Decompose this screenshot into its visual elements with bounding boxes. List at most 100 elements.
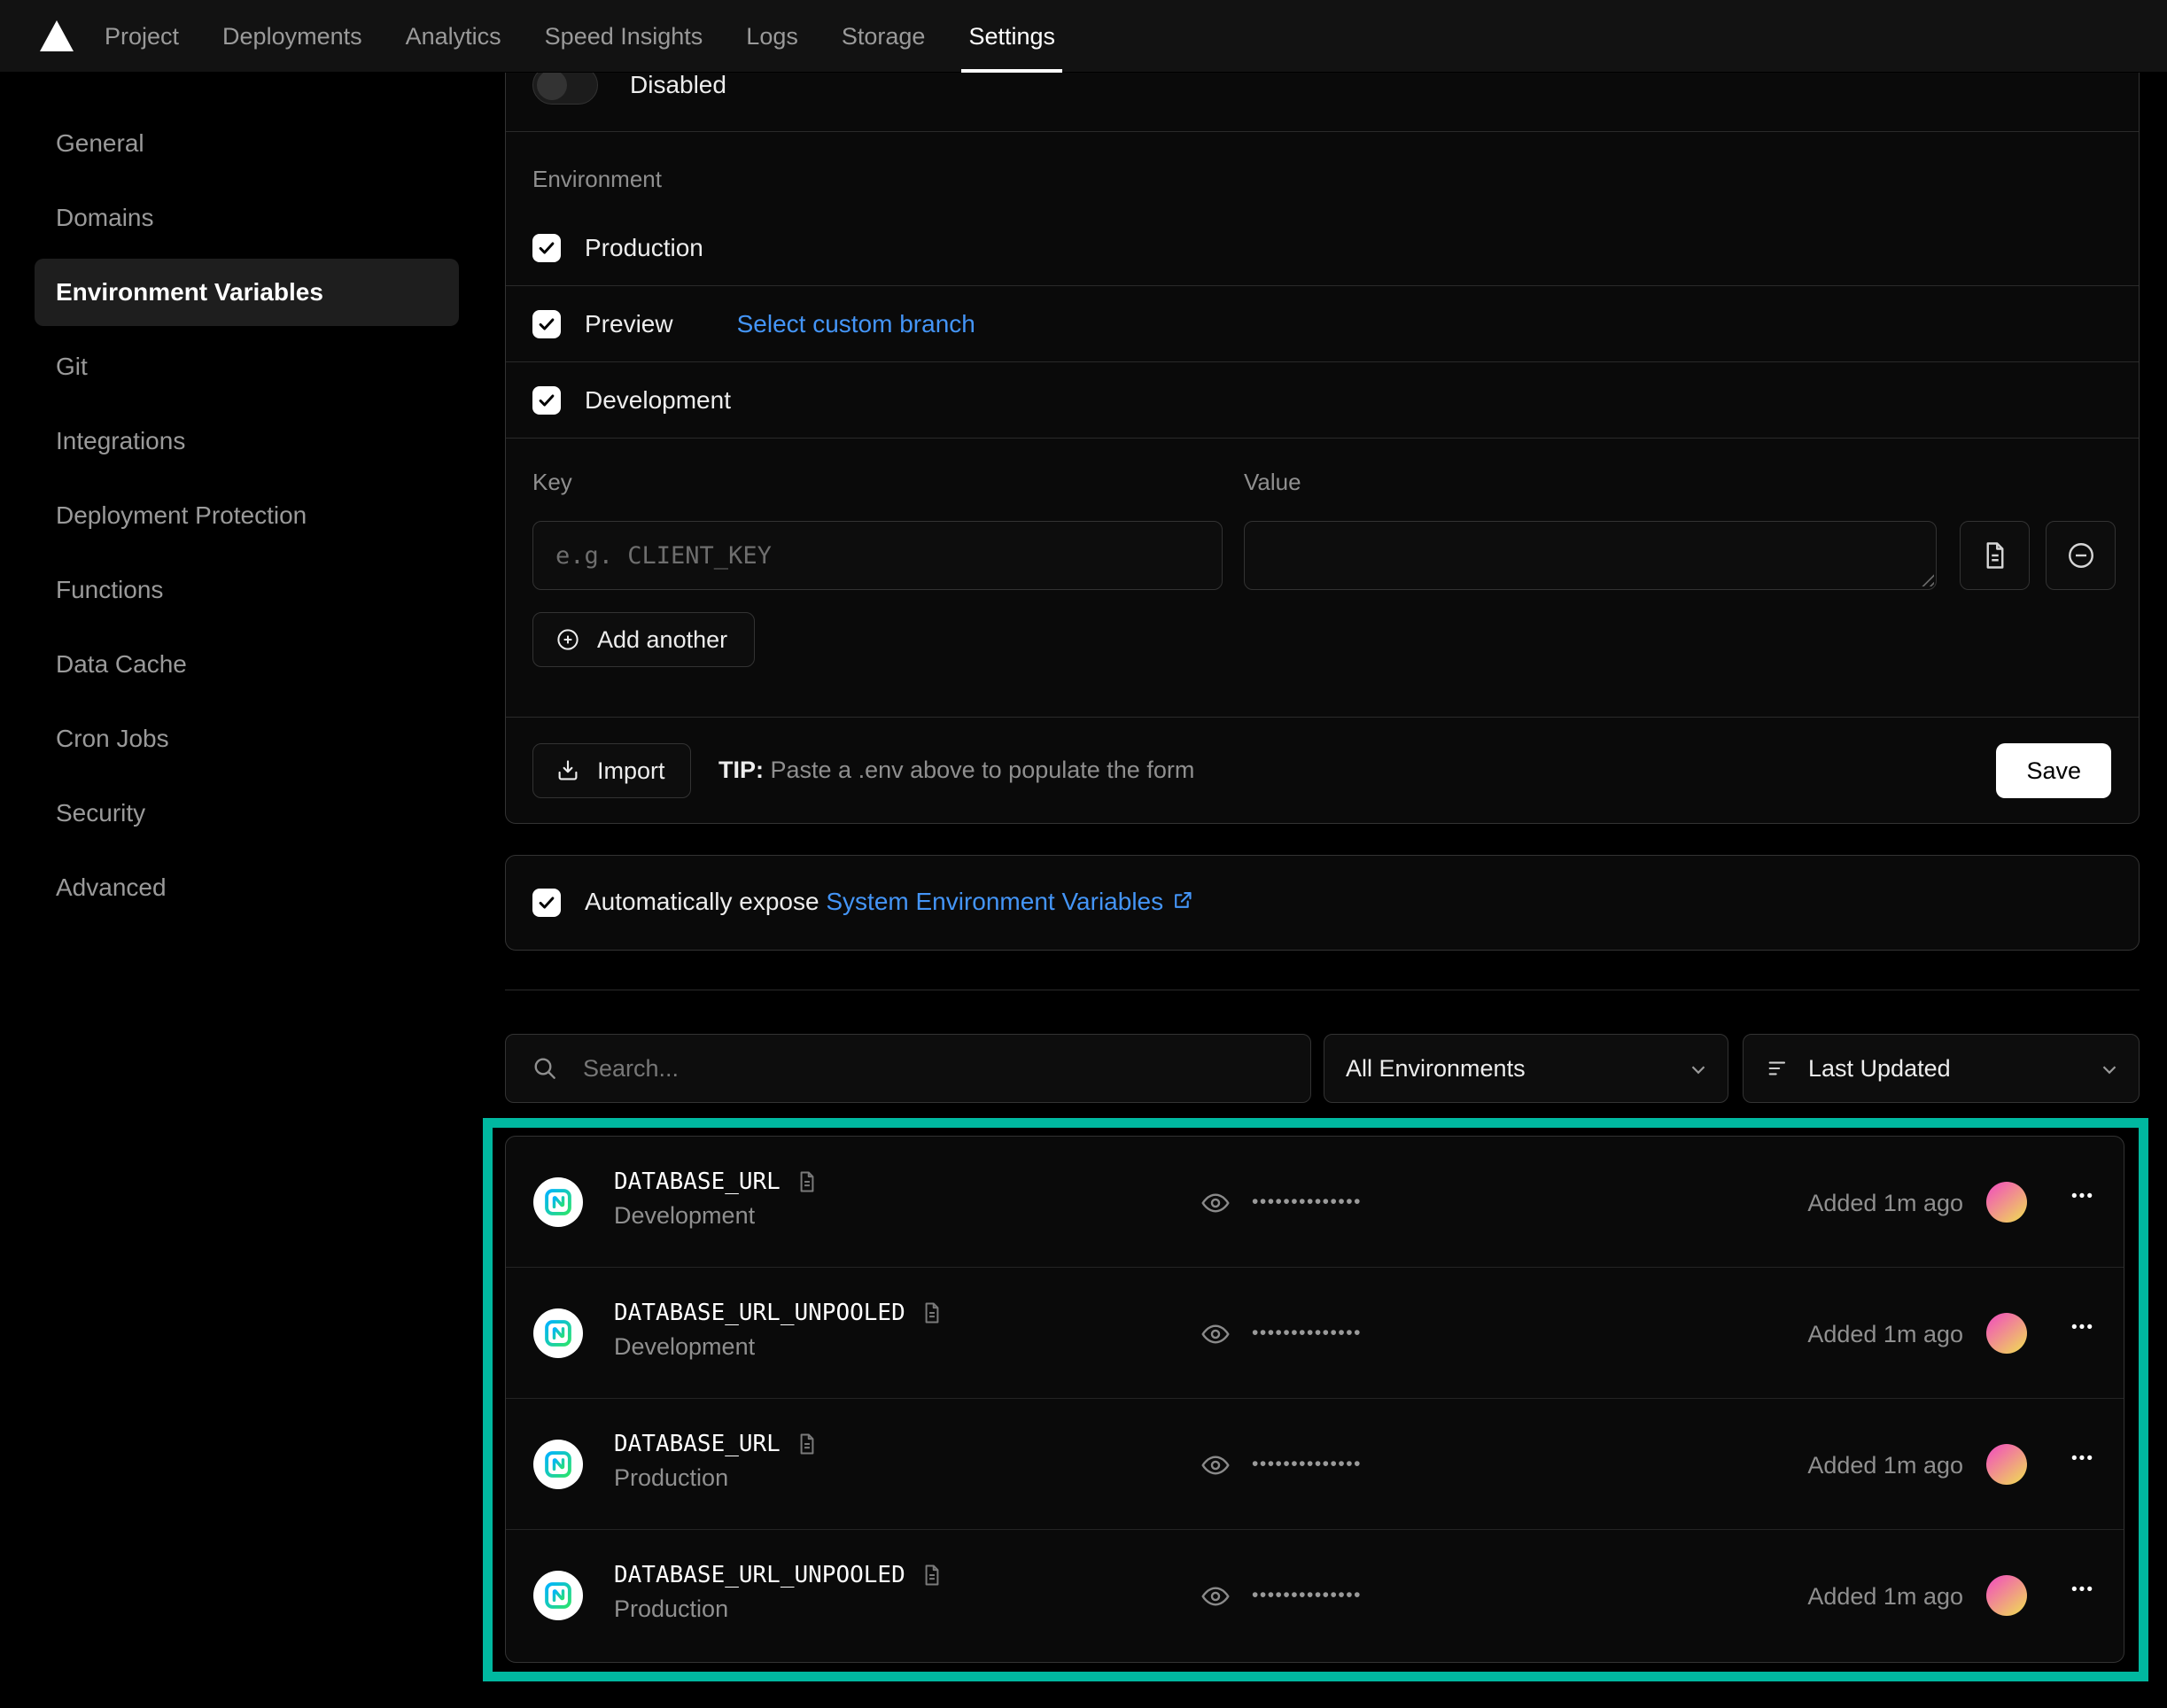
main-content: Disabled Environment Production Preview … [505,0,2140,1708]
note-icon [795,1169,819,1194]
environment-checkbox[interactable] [532,310,561,338]
user-avatar [1986,1444,2027,1485]
sidebar-item[interactable]: Advanced [35,854,459,921]
added-timestamp: Added 1m ago [1807,1583,1963,1611]
sidebar-item[interactable]: Git [35,333,459,400]
reveal-value-eye-icon[interactable] [1200,1187,1231,1223]
import-button[interactable]: Import [532,743,691,798]
expose-checkbox[interactable] [532,889,561,917]
import-label: Import [597,757,665,785]
environment-checkbox-label: Preview [585,310,673,338]
top-nav: Project Deployments Analytics Speed Insight… [0,0,2167,73]
environment-checkbox[interactable] [532,386,561,415]
note-icon [920,1300,944,1325]
nav-tab[interactable]: Storage [842,0,926,73]
sidebar-item[interactable]: Domains [35,184,459,252]
value-input[interactable] [1244,521,1937,590]
nav-tab[interactable]: Logs [746,0,798,73]
reveal-value-eye-icon[interactable] [1200,1318,1231,1355]
env-variable-row[interactable]: DATABASE_URL_UNPOOLED Development ••••••… [506,1268,2124,1399]
search-icon [531,1054,559,1083]
neon-logo-icon [542,1317,574,1349]
paste-file-button[interactable] [1960,521,2030,590]
settings-sidebar: General Domains Environment Variables Git In… [0,73,496,928]
env-variable-names: DATABASE_URL Production [614,1431,819,1492]
environment-checkbox[interactable] [532,234,561,262]
sidebar-item[interactable]: Functions [35,556,459,624]
plus-circle-icon [555,626,581,653]
nav-tab[interactable]: Speed Insights [545,0,703,73]
kv-inputs [506,521,2139,590]
check-icon [537,314,556,334]
highlight-border: DATABASE_URL Development •••••••••••••• … [483,1118,2148,1681]
nav-tab[interactable]: Deployments [222,0,362,73]
sort-label: Last Updated [1808,1055,1951,1083]
row-actions-menu[interactable]: ••• [2063,1449,2102,1469]
env-variable-environment: Development [614,1333,944,1361]
nav-tab[interactable]: Analytics [406,0,501,73]
env-variable-row[interactable]: DATABASE_URL Production •••••••••••••• A… [506,1399,2124,1530]
sort-dropdown[interactable]: Last Updated [1743,1034,2140,1103]
neon-integration-avatar [533,1177,583,1227]
reveal-value-eye-icon[interactable] [1200,1449,1231,1486]
env-variable-name: DATABASE_URL_UNPOOLED [614,1562,905,1588]
env-variable-environment: Development [614,1202,819,1230]
row-actions-menu[interactable]: ••• [2063,1187,2102,1207]
env-variable-name: DATABASE_URL [614,1431,781,1457]
vercel-settings-page: Project Deployments Analytics Speed Insight… [0,0,2167,1708]
key-input[interactable] [532,521,1223,590]
system-env-variables-link[interactable]: System Environment Variables [826,888,1163,915]
added-timestamp: Added 1m ago [1807,1321,1963,1348]
environment-checkbox-row: Development [506,362,2139,439]
download-icon [555,757,581,784]
save-button[interactable]: Save [1996,743,2111,798]
remove-row-button[interactable] [2046,521,2116,590]
neon-logo-icon [542,1448,574,1480]
environment-filter-dropdown[interactable]: All Environments [1324,1034,1728,1103]
note-icon [795,1432,819,1456]
neon-integration-avatar [533,1571,583,1620]
search-input[interactable] [581,1054,1310,1083]
env-variable-row[interactable]: DATABASE_URL Development •••••••••••••• … [506,1137,2124,1268]
check-icon [537,238,556,258]
env-variable-name: DATABASE_URL [614,1168,781,1195]
nav-tab[interactable]: Project [105,0,179,73]
expose-text: Automatically expose System Environment … [585,888,1194,919]
row-actions-menu[interactable]: ••• [2063,1580,2102,1600]
environment-section-label: Environment [532,166,662,193]
masked-value: •••••••••••••• [1252,1323,1362,1344]
sidebar-item[interactable]: Security [35,780,459,847]
user-avatar [1986,1313,2027,1354]
toggle-label: Disabled [630,71,726,99]
chevron-down-icon [2098,1058,2121,1087]
eye-icon [1200,1318,1231,1350]
tip-text: TIP: Paste a .env above to populate the … [718,757,1194,784]
environment-checkbox-label: Production [585,234,703,262]
sidebar-item[interactable]: Data Cache [35,631,459,698]
masked-value: •••••••••••••• [1252,1192,1362,1213]
eye-icon [1200,1187,1231,1219]
divider [506,131,2139,132]
row-actions-menu[interactable]: ••• [2063,1318,2102,1338]
add-another-button[interactable]: Add another [532,612,755,667]
sidebar-item[interactable]: Integrations [35,408,459,475]
env-variable-environment: Production [614,1595,944,1623]
neon-integration-avatar [533,1440,583,1489]
added-timestamp: Added 1m ago [1807,1190,1963,1217]
sidebar-item[interactable]: Deployment Protection [35,482,459,549]
sidebar-item[interactable]: General [35,110,459,177]
sidebar-item[interactable]: Cron Jobs [35,705,459,772]
add-another-label: Add another [597,626,727,654]
environment-checkbox-label: Development [585,386,731,415]
user-avatar [1986,1182,2027,1223]
environment-filter-label: All Environments [1346,1055,1526,1083]
nav-tabs: Project Deployments Analytics Speed Insight… [105,0,1055,73]
value-label: Value [1244,469,1301,496]
select-custom-branch-link[interactable]: Select custom branch [737,310,975,338]
reveal-value-eye-icon[interactable] [1200,1580,1231,1617]
env-variable-row[interactable]: DATABASE_URL_UNPOOLED Production •••••••… [506,1530,2124,1661]
note-icon [920,1563,944,1588]
vercel-logo-icon[interactable] [39,19,74,53]
nav-tab[interactable]: Settings [968,0,1055,73]
sidebar-item[interactable]: Environment Variables [35,259,459,326]
